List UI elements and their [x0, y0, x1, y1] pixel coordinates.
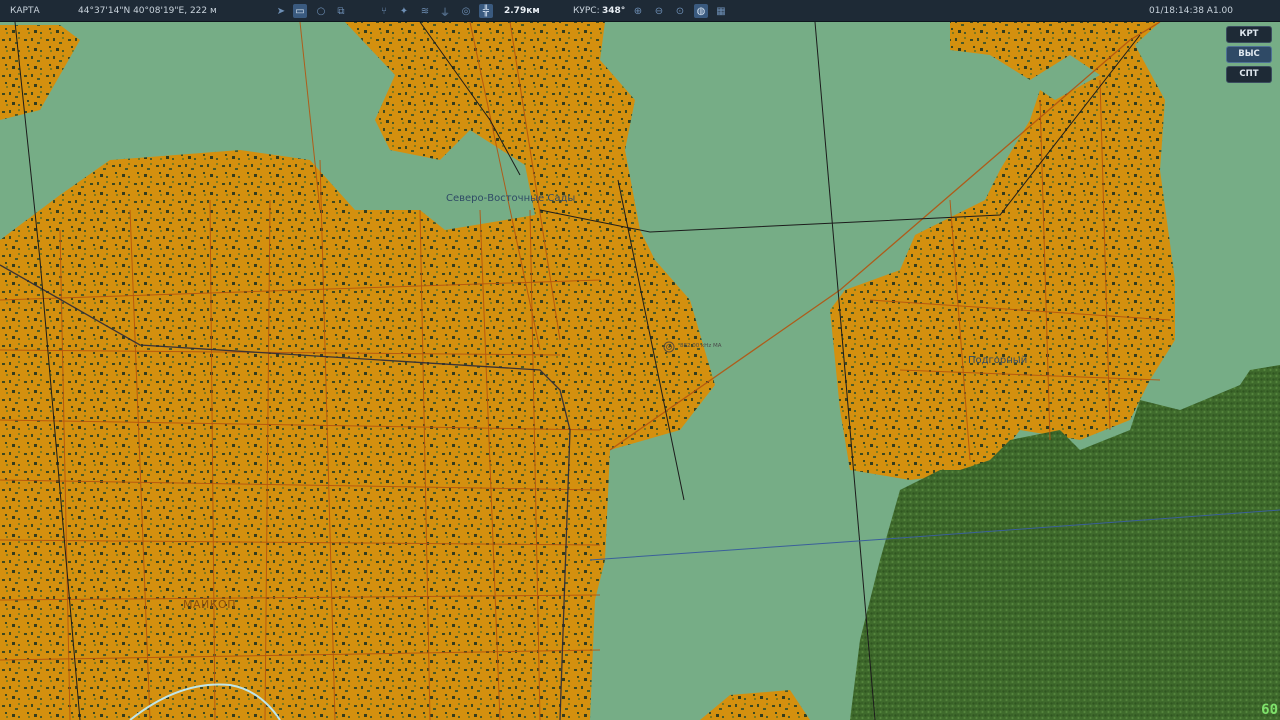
city-label-maikop: МАЙКОП [183, 598, 236, 611]
navigate-icon[interactable]: ➤ [274, 4, 288, 18]
beacon-label: 882.00 kHz MA [680, 343, 722, 349]
split-icon[interactable]: ⑂ [377, 4, 391, 18]
course-label: КУРС: [573, 6, 600, 16]
map-canvas[interactable] [0, 0, 1280, 720]
coordinates-readout: 44°37'14"N 40°08'19"E, 222 м [78, 6, 217, 16]
scale-readout: 2.79км [504, 6, 540, 16]
map-mode-vys-button[interactable]: ВЫС [1226, 46, 1272, 63]
district-label-northeast: Северо-Восточные Сады [446, 193, 576, 204]
zoom-out-icon[interactable]: ⊖ [652, 4, 666, 18]
mode-label[interactable]: КАРТА [10, 0, 40, 22]
map-mode-krt-button[interactable]: КРТ [1226, 26, 1272, 43]
village-label-podgorny: Подгорный [968, 355, 1028, 366]
grid-icon[interactable]: ▦ [714, 4, 728, 18]
radar-icon[interactable]: ✦ [397, 4, 411, 18]
course-value: 348° [602, 6, 626, 16]
datetime-readout: 01/18:14:38 A1.00 [1149, 6, 1233, 16]
ruler-icon[interactable]: ▭ [293, 4, 307, 18]
crosshair-icon[interactable]: ╬ [479, 4, 493, 18]
zoom-reset-icon[interactable]: ⊙ [673, 4, 687, 18]
fps-counter: 60 [1261, 702, 1278, 718]
globe-icon[interactable]: ◍ [694, 4, 708, 18]
map-mode-spt-button[interactable]: СПТ [1226, 66, 1272, 83]
zoom-in-icon[interactable]: ⊕ [631, 4, 645, 18]
wifi-icon[interactable]: ≋ [418, 4, 432, 18]
map-mode-buttons: КРТ ВЫС СПТ [1226, 26, 1272, 83]
layers-icon[interactable]: ⧉ [334, 4, 348, 18]
top-toolbar: КАРТА 44°37'14"N 40°08'19"E, 222 м ➤ ▭ ○… [0, 0, 1280, 22]
tower-icon[interactable]: ⏚ [438, 4, 452, 19]
circle-icon[interactable]: ○ [314, 4, 328, 18]
target-icon[interactable]: ◎ [459, 4, 473, 18]
